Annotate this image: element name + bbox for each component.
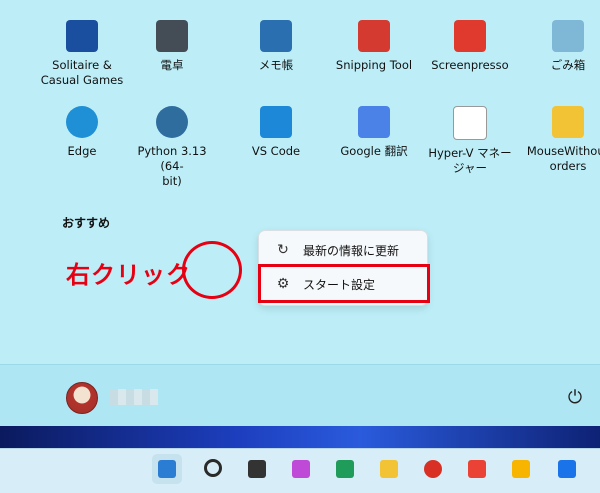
avatar[interactable]	[66, 382, 98, 414]
cards-icon	[66, 20, 98, 52]
app-label: Snipping Tool	[335, 58, 413, 72]
app-label: メモ帳	[258, 58, 294, 72]
notepad-icon	[260, 20, 292, 52]
username-blurred	[110, 389, 158, 405]
app-label: MouseWithout orders	[526, 144, 600, 173]
app-label: Solitaire & Casual Games	[40, 58, 124, 87]
python-icon	[156, 106, 188, 138]
app-tile-calculator[interactable]: 電卓	[126, 20, 218, 73]
keep-icon[interactable]	[506, 454, 536, 484]
menu-item-refresh-label: 最新の情報に更新	[303, 243, 400, 258]
calendar-icon[interactable]	[552, 454, 582, 484]
annotation-text: 右クリック	[66, 261, 191, 289]
gmail-icon[interactable]	[462, 454, 492, 484]
app-tile-document[interactable]: Hyper-V マネー ジャー	[424, 106, 516, 176]
app-tile-recycle-bin[interactable]: ごみ箱	[522, 20, 600, 73]
widgets-icon[interactable]	[330, 454, 360, 484]
folder-icon	[552, 106, 584, 138]
app-tile-notepad[interactable]: メモ帳	[230, 20, 322, 73]
app-label: VS Code	[251, 144, 301, 158]
edge-icon	[66, 106, 98, 138]
wallpaper-strip	[0, 426, 600, 448]
app-label: Python 3.13 (64- bit)	[137, 144, 207, 188]
app-label: ごみ箱	[550, 58, 586, 72]
scissors-icon	[358, 20, 390, 52]
app-tile-cards[interactable]: Solitaire & Casual Games	[36, 20, 128, 88]
screenpresso-icon	[454, 20, 486, 52]
app-tile-python[interactable]: Python 3.13 (64- bit)	[126, 106, 218, 189]
app-label: Google 翻訳	[340, 144, 408, 158]
app-tile-scissors[interactable]: Snipping Tool	[328, 20, 420, 73]
app-label: Edge	[67, 144, 97, 158]
chrome-icon[interactable]	[418, 454, 448, 484]
task-view-icon[interactable]	[242, 454, 272, 484]
menu-item-refresh[interactable]: ↻ 最新の情報に更新	[259, 235, 427, 265]
annotation-circle	[182, 241, 242, 299]
app-tile-folder[interactable]: MouseWithout orders	[522, 106, 600, 174]
app-label: Screenpresso	[431, 58, 509, 72]
app-tile-google-translate[interactable]: Google 翻訳	[328, 106, 420, 159]
highlight-box	[258, 264, 430, 303]
app-label: 電卓	[160, 58, 184, 72]
vscode-icon	[260, 106, 292, 138]
file-explorer-icon[interactable]	[374, 454, 404, 484]
app-tile-edge[interactable]: Edge	[36, 106, 128, 159]
app-label: Hyper-V マネー ジャー	[428, 146, 512, 175]
recycle-bin-icon	[552, 20, 584, 52]
app-tile-screenpresso[interactable]: Screenpresso	[424, 20, 516, 73]
recommended-heading: おすすめ	[62, 216, 111, 230]
windows-start-icon[interactable]	[152, 454, 182, 484]
calculator-icon	[156, 20, 188, 52]
power-icon[interactable]: ⏻	[562, 386, 588, 410]
app-tile-vscode[interactable]: VS Code	[230, 106, 322, 159]
copilot-icon[interactable]	[286, 454, 316, 484]
search-icon[interactable]	[198, 454, 228, 484]
google-translate-icon	[358, 106, 390, 138]
document-icon	[453, 106, 487, 140]
refresh-icon: ↻	[277, 242, 289, 258]
